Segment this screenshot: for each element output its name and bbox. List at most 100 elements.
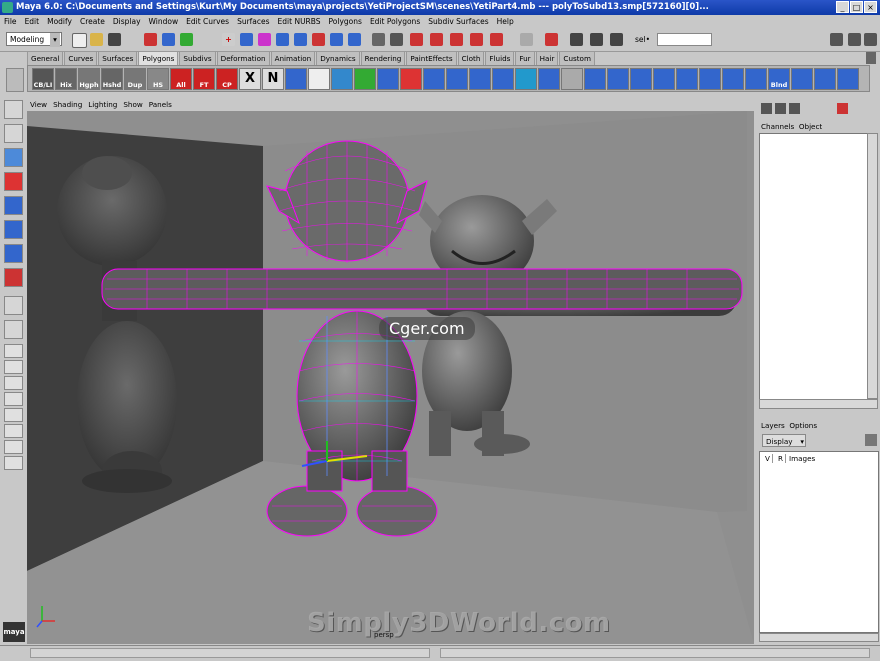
shelf-tab-hair[interactable]: Hair (535, 51, 559, 65)
menu-subdiv-surfaces[interactable]: Subdiv Surfaces (424, 15, 492, 29)
universal-manipulator-icon[interactable] (4, 244, 23, 263)
shelf-tab-painteffects[interactable]: PaintEffects (406, 51, 457, 65)
hypershade-layout-icon[interactable] (4, 408, 23, 422)
show-hide-attribute-editor-icon[interactable] (830, 33, 843, 46)
shelf-button-9[interactable]: X (239, 68, 261, 90)
shelf-button-6[interactable]: All (170, 68, 192, 90)
menu-display[interactable]: Display (109, 15, 145, 29)
shelf-button-30[interactable] (722, 68, 744, 90)
shelf-delete-icon[interactable] (866, 52, 876, 64)
shelf-button-19[interactable] (469, 68, 491, 90)
shelf-button-2[interactable]: Hgph (78, 68, 100, 90)
channel-horizontal-scrollbar[interactable] (759, 399, 878, 409)
graph-editor-icon[interactable] (4, 440, 23, 454)
menu-set-selector[interactable]: Modeling (6, 32, 62, 47)
panel-menu-show[interactable]: Show (120, 98, 145, 111)
object-tab[interactable]: Object (799, 122, 822, 131)
quick-selection-input[interactable] (657, 33, 712, 46)
shelf-button-14[interactable] (354, 68, 376, 90)
menu-create[interactable]: Create (76, 15, 109, 29)
mask-dynamics-icon[interactable] (312, 33, 325, 46)
shelf-button-23[interactable] (561, 68, 583, 90)
options-menu[interactable]: Options (789, 421, 817, 430)
panel-menu-lighting[interactable]: Lighting (85, 98, 120, 111)
ipr-render-icon[interactable] (610, 33, 623, 46)
layer-display-type-toggle[interactable]: R (776, 454, 786, 463)
shelf-button-31[interactable] (745, 68, 767, 90)
shelf-button-28[interactable] (676, 68, 698, 90)
shelf-tab-dynamics[interactable]: Dynamics (316, 51, 360, 65)
persp-graph-layout-icon[interactable] (4, 392, 23, 406)
panel-menu-shading[interactable]: Shading (50, 98, 85, 111)
shelf-button-33[interactable] (791, 68, 813, 90)
menu-edit-polygons[interactable]: Edit Polygons (366, 15, 424, 29)
shelf-button-34[interactable] (814, 68, 836, 90)
shelf-button-11[interactable] (285, 68, 307, 90)
scale-tool-icon[interactable] (4, 220, 23, 239)
mask-curve-icon[interactable] (258, 33, 271, 46)
show-hide-channel-box-icon[interactable] (864, 33, 877, 46)
attribute-spread-icon[interactable] (789, 103, 800, 114)
panel-menu-view[interactable]: View (27, 98, 50, 111)
layer-name[interactable]: Images (789, 454, 815, 463)
show-hide-tool-settings-icon[interactable] (848, 33, 861, 46)
close-button[interactable]: × (864, 1, 877, 13)
shelf-button-16[interactable] (400, 68, 422, 90)
perspective-viewport[interactable]: Cger.com Simply3DWorld.com persp (27, 111, 754, 644)
lock-selection-icon[interactable] (372, 33, 385, 46)
last-used-tool-icon[interactable] (4, 320, 23, 339)
shelf-button-17[interactable] (423, 68, 445, 90)
shelf-button-1[interactable]: Hix (55, 68, 77, 90)
menu-surfaces[interactable]: Surfaces (233, 15, 273, 29)
shelf-button-29[interactable] (699, 68, 721, 90)
shelf-button-20[interactable] (492, 68, 514, 90)
shelf-button-24[interactable] (584, 68, 606, 90)
shelf-button-27[interactable] (653, 68, 675, 90)
save-scene-icon[interactable] (108, 33, 121, 46)
single-view-layout-icon[interactable] (4, 344, 23, 358)
layer-visibility-toggle[interactable]: V (763, 454, 773, 463)
select-component-icon[interactable] (180, 33, 193, 46)
paint-select-tool-icon[interactable] (4, 148, 23, 167)
make-live-icon[interactable] (490, 33, 503, 46)
select-tool-icon[interactable] (4, 100, 23, 119)
render-current-icon[interactable] (590, 33, 603, 46)
channel-box-icon[interactable] (761, 103, 772, 114)
shelf-tab-subdivs[interactable]: Subdivs (179, 51, 216, 65)
select-object-icon[interactable] (162, 33, 175, 46)
persp-outliner-icon[interactable] (4, 424, 23, 438)
shelf-tab-surfaces[interactable]: Surfaces (98, 51, 138, 65)
time-slider[interactable] (30, 648, 430, 658)
shelf-button-10[interactable]: N (262, 68, 284, 90)
snap-grid-icon[interactable] (410, 33, 423, 46)
channel-list[interactable] (759, 133, 869, 401)
construction-history-icon[interactable] (545, 33, 558, 46)
persp-outliner-layout-icon[interactable] (4, 376, 23, 390)
plus-icon[interactable]: + (222, 33, 235, 46)
shelf-button-32[interactable]: Blnd (768, 68, 790, 90)
minimize-button[interactable]: _ (836, 1, 849, 13)
layer-row[interactable]: V R Images (763, 454, 815, 463)
menu-edit[interactable]: Edit (21, 15, 44, 29)
render-view-icon[interactable] (570, 33, 583, 46)
snap-view-plane-icon[interactable] (470, 33, 483, 46)
shelf-button-0[interactable]: CB/LI (32, 68, 54, 90)
shelf-button-26[interactable] (630, 68, 652, 90)
open-scene-icon[interactable] (90, 33, 103, 46)
shelf-button-3[interactable]: Hshd (101, 68, 123, 90)
range-slider[interactable] (440, 648, 870, 658)
menu-help[interactable]: Help (493, 15, 518, 29)
channel-vertical-scrollbar[interactable] (867, 133, 878, 399)
snap-point-icon[interactable] (450, 33, 463, 46)
mask-misc-icon[interactable] (348, 33, 361, 46)
shelf-tab-polygons[interactable]: Polygons (138, 51, 179, 65)
move-tool-icon[interactable] (4, 172, 23, 191)
shelf-button-4[interactable]: Dup (124, 68, 146, 90)
shelf-menu-icon[interactable] (6, 68, 24, 92)
shelf-button-35[interactable] (837, 68, 859, 90)
channels-tab[interactable]: Channels (761, 122, 794, 131)
shelf-button-15[interactable] (377, 68, 399, 90)
menu-modify[interactable]: Modify (43, 15, 76, 29)
shelf-tab-cloth[interactable]: Cloth (457, 51, 485, 65)
shelf-tab-general[interactable]: General (27, 51, 64, 65)
